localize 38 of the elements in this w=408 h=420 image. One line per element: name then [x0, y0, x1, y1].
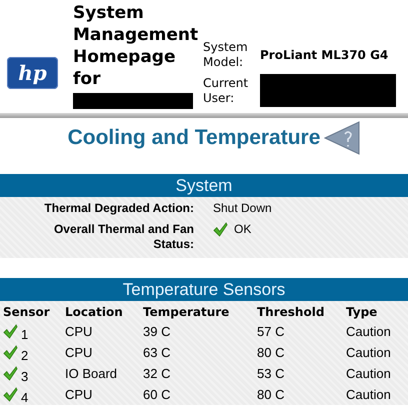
header-title: System Management Homepage for	[73, 2, 200, 90]
table-cell: Caution	[343, 321, 408, 342]
table-cell: 1	[21, 327, 28, 342]
table-cell: 53 C	[254, 363, 343, 384]
table-cell: 39 C	[140, 321, 254, 342]
column-header: Threshold	[254, 301, 343, 321]
page-title: Cooling and Temperature	[68, 126, 320, 150]
property-value: Shut Down	[213, 201, 272, 216]
table-cell: 80 C	[254, 384, 343, 405]
column-header: Sensor	[0, 301, 62, 321]
table-cell: 60 C	[140, 384, 254, 405]
section-header: Temperature Sensors	[0, 278, 408, 301]
table-cell: Caution	[343, 384, 408, 405]
table-cell: CPU	[62, 342, 140, 363]
hp-logo: hp	[7, 57, 58, 89]
table-cell: Caution	[343, 363, 408, 384]
status-value: OK	[234, 222, 252, 237]
field-label: System Model:	[203, 40, 249, 70]
column-header: Location	[62, 301, 140, 321]
table-cell: 4	[21, 390, 28, 405]
table-cell: CPU	[62, 384, 140, 405]
table-cell: 3	[21, 369, 28, 384]
section-header: System	[0, 174, 408, 197]
table-cell: IO Board	[62, 363, 140, 384]
field-label: Current User:	[203, 76, 250, 106]
table-cell: 80 C	[254, 342, 343, 363]
table-cell: 57 C	[254, 321, 343, 342]
property-label: Overall Thermal and Fan Status:	[52, 222, 194, 252]
help-icon[interactable]	[324, 121, 360, 155]
table-cell: 32 C	[140, 363, 254, 384]
property-label: Thermal Degraded Action:	[43, 201, 194, 216]
field-value: ProLiant ML370 G4	[260, 48, 388, 62]
table-cell: CPU	[62, 321, 140, 342]
column-header: Type	[343, 301, 408, 321]
table-cell: 63 C	[140, 342, 254, 363]
table-cell: Caution	[343, 342, 408, 363]
table-cell: 2	[21, 348, 28, 363]
column-header: Temperature	[140, 301, 254, 321]
